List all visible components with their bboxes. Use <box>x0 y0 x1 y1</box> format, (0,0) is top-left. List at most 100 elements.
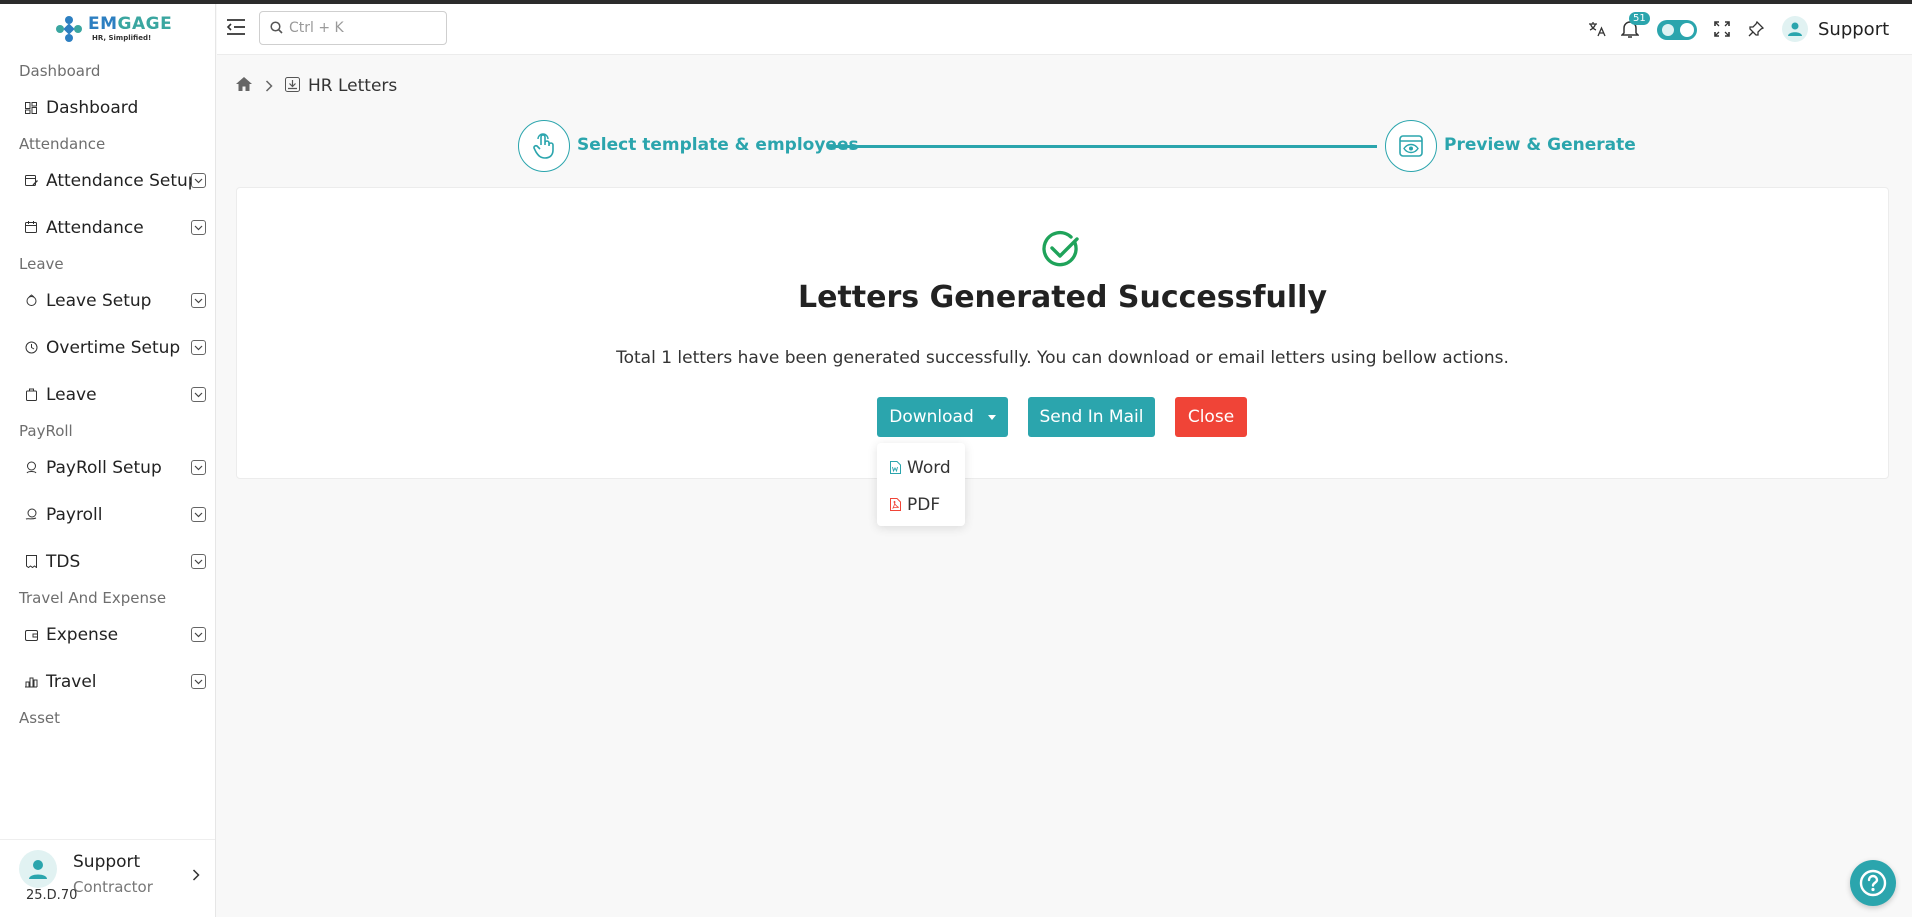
download-button[interactable]: Download <box>877 397 1008 437</box>
sidebar-item-payroll[interactable]: Payroll <box>0 491 215 538</box>
calendar-edit-icon <box>24 174 38 188</box>
logo-tagline: HR, Simplified! <box>92 34 152 42</box>
sidebar-item-leave[interactable]: Leave <box>0 371 215 418</box>
chevron-right-icon[interactable] <box>192 866 200 885</box>
step-2-indicator <box>1385 120 1437 172</box>
coin-hand-icon <box>24 508 38 522</box>
grid-icon <box>24 101 38 115</box>
chevron-down-icon[interactable] <box>191 460 206 475</box>
success-message: Total 1 letters have been generated succ… <box>616 348 1509 368</box>
calendar-icon <box>24 221 38 235</box>
download-button-label: Download <box>889 407 974 427</box>
header-user-name: Support <box>1818 18 1890 40</box>
chevron-down-icon[interactable] <box>191 627 206 642</box>
travel-icon <box>24 675 38 689</box>
breadcrumb-current: HR Letters <box>308 76 398 96</box>
word-file-icon <box>890 461 901 474</box>
sidebar-item-expense[interactable]: Expense <box>0 611 215 658</box>
theme-toggle[interactable] <box>1657 20 1697 40</box>
pin-icon[interactable] <box>1745 18 1767 40</box>
sidebar-item-label: Attendance <box>46 217 144 238</box>
sun-icon <box>1662 24 1674 36</box>
menu-collapse-icon[interactable] <box>226 18 248 40</box>
preview-icon <box>1399 135 1423 157</box>
send-in-mail-button[interactable]: Send In Mail <box>1028 397 1155 437</box>
sidebar-item-label: Leave <box>46 384 97 405</box>
user-menu[interactable]: Support <box>1782 16 1889 42</box>
help-icon <box>1859 869 1887 897</box>
logo-name-part1: EM <box>88 14 118 34</box>
app-version: 25.D.70 <box>26 888 78 903</box>
download-word-label: Word <box>907 457 951 478</box>
breadcrumb: HR Letters <box>235 76 397 96</box>
chevron-down-icon[interactable] <box>191 220 206 235</box>
caret-down-icon <box>987 414 996 420</box>
step-2-label: Preview & Generate <box>1444 135 1636 155</box>
payroll-setup-icon <box>24 461 38 475</box>
chevron-down-icon[interactable] <box>191 340 206 355</box>
chevron-down-icon[interactable] <box>191 507 206 522</box>
sidebar-item-attendance[interactable]: Attendance <box>0 204 215 251</box>
stepper-connector <box>827 145 1377 148</box>
success-title: Letters Generated Successfully <box>797 280 1328 315</box>
close-button[interactable]: Close <box>1175 397 1247 437</box>
user-icon <box>1788 22 1802 36</box>
footer-user-name: Support <box>73 852 141 872</box>
user-profile-footer[interactable]: Support Contractor 25.D.70 <box>0 839 215 917</box>
chevron-right-icon <box>265 77 273 96</box>
step-1-label: Select template & employees <box>577 135 859 155</box>
section-label-dashboard: Dashboard <box>19 62 101 80</box>
clock-icon <box>24 341 38 355</box>
sidebar-item-label: Expense <box>46 624 119 645</box>
fullscreen-icon[interactable] <box>1711 18 1733 40</box>
success-check-icon <box>1041 229 1081 269</box>
chevron-down-icon[interactable] <box>191 554 206 569</box>
search-input[interactable] <box>289 20 439 36</box>
logo-icon <box>54 14 84 44</box>
wallet-icon <box>24 628 38 642</box>
sidebar-item-leave-setup[interactable]: Leave Setup <box>0 277 215 324</box>
step-1-indicator <box>518 120 570 172</box>
sidebar-item-dashboard[interactable]: Dashboard <box>0 84 215 131</box>
app-logo[interactable]: EMGAGE HR, Simplified! <box>54 12 172 46</box>
sidebar-item-label: Overtime Setup <box>46 337 181 358</box>
footer-user-role: Contractor <box>73 878 153 896</box>
sidebar-item-travel[interactable]: Travel <box>0 658 215 705</box>
translate-icon[interactable] <box>1586 18 1608 40</box>
download-word-option[interactable]: Word <box>877 449 965 486</box>
sidebar-item-label: Attendance Setup <box>46 170 199 191</box>
sidebar-item-tds[interactable]: TDS <box>0 538 215 585</box>
tap-hand-icon <box>533 133 554 159</box>
search-icon <box>270 19 283 38</box>
section-label-payroll: PayRoll <box>19 422 73 440</box>
pdf-file-icon <box>890 498 901 511</box>
sidebar-item-attendance-setup[interactable]: Attendance Setup <box>0 157 215 204</box>
notification-badge: 51 <box>1629 12 1650 25</box>
help-button[interactable] <box>1850 860 1896 906</box>
section-label-asset: Asset <box>19 709 61 727</box>
user-icon <box>29 860 47 879</box>
sidebar-item-label: PayRoll Setup <box>46 457 162 478</box>
search-box[interactable] <box>259 11 447 45</box>
download-pdf-option[interactable]: PDF <box>877 486 965 523</box>
notification-bell-icon[interactable]: 51 <box>1619 12 1650 40</box>
sidebar-nav: Dashboard Dashboard Attendance Attendanc… <box>0 58 215 731</box>
receipt-icon <box>24 555 38 569</box>
sidebar-item-label: Payroll <box>46 504 103 525</box>
luggage-icon <box>24 388 38 402</box>
chevron-down-icon[interactable] <box>191 674 206 689</box>
download-pdf-label: PDF <box>907 494 941 515</box>
section-label-leave: Leave <box>19 255 64 273</box>
chevron-down-icon[interactable] <box>191 293 206 308</box>
home-icon[interactable] <box>235 76 253 96</box>
chevron-down-icon[interactable] <box>191 387 206 402</box>
leave-setup-icon <box>24 294 38 308</box>
sidebar-item-overtime-setup[interactable]: Overtime Setup <box>0 324 215 371</box>
sidebar-item-label: Dashboard <box>46 97 139 118</box>
sidebar-item-label: Leave Setup <box>46 290 152 311</box>
avatar[interactable] <box>19 850 57 888</box>
sidebar-item-payroll-setup[interactable]: PayRoll Setup <box>0 444 215 491</box>
section-label-travel-expense: Travel And Expense <box>19 589 167 607</box>
sidebar: EMGAGE HR, Simplified! Dashboard Dashboa… <box>0 4 216 917</box>
chevron-down-icon[interactable] <box>191 173 206 188</box>
